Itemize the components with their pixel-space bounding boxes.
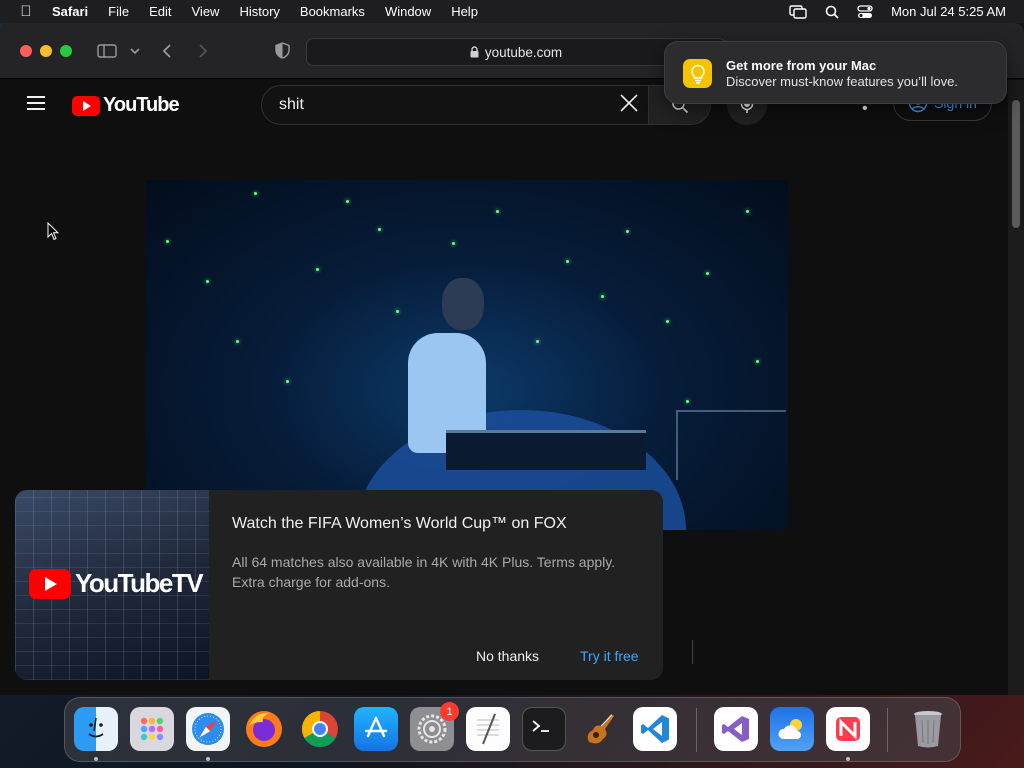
menu-edit[interactable]: Edit — [139, 4, 181, 19]
no-thanks-button[interactable]: No thanks — [476, 648, 539, 664]
menu-view[interactable]: View — [182, 4, 230, 19]
video-player[interactable] — [146, 180, 788, 530]
youtube-tv-logo-text: YouTubeTV — [75, 568, 204, 598]
forward-icon[interactable] — [198, 43, 208, 59]
menu-window[interactable]: Window — [375, 4, 441, 19]
menu-history[interactable]: History — [229, 4, 289, 19]
dock-separator — [696, 708, 697, 752]
youtube-page: YouTube shit ••• Sign in — [0, 80, 1024, 695]
control-center-icon[interactable] — [857, 4, 873, 19]
youtube-tv-logo: YouTubeTV — [29, 568, 204, 599]
promo-title: Watch the FIFA Women’s World Cup™ on FOX — [232, 515, 567, 532]
safari-window: youtube.com YouTube shit ••• Sign in — [0, 23, 1024, 695]
dock-separator — [887, 708, 888, 752]
lock-icon — [470, 46, 479, 58]
keyboard-stand — [676, 410, 786, 480]
piano — [446, 430, 646, 470]
tips-notification[interactable]: Get more from your Mac Discover must-kno… — [664, 41, 1007, 104]
news-icon[interactable] — [826, 707, 870, 751]
news-running-indicator — [846, 757, 850, 761]
lightbulb-icon — [683, 59, 712, 88]
back-icon[interactable] — [162, 43, 172, 59]
garageband-icon[interactable] — [578, 707, 622, 751]
menu-bar-clock[interactable]: Mon Jul 24 5:25 AM — [891, 4, 1006, 19]
notification-title: Get more from your Mac — [726, 58, 877, 73]
mouse-cursor-icon — [47, 222, 59, 241]
menu-file[interactable]: File — [98, 4, 139, 19]
apple-menu-icon[interactable]:  — [0, 3, 52, 20]
scrollbar[interactable] — [1008, 80, 1024, 695]
youtube-tv-play-icon — [29, 568, 71, 599]
chevron-down-icon[interactable] — [130, 48, 140, 55]
screen-mirroring-icon[interactable] — [789, 4, 807, 19]
sidebar-toggle-icon[interactable] — [97, 44, 117, 58]
search-input[interactable]: shit — [261, 85, 649, 125]
zoom-window-button[interactable] — [60, 45, 72, 57]
finder-running-indicator — [94, 757, 98, 761]
launchpad-icon[interactable] — [130, 707, 174, 751]
terminal-icon[interactable] — [522, 707, 566, 751]
youtube-tv-promo-dialog: YouTubeTV Watch the FIFA Women’s World C… — [15, 490, 663, 680]
promo-body: All 64 matches also available in 4K with… — [232, 554, 616, 590]
minimize-window-button[interactable] — [40, 45, 52, 57]
guide-menu-icon[interactable] — [27, 96, 45, 110]
youtube-play-icon — [72, 95, 100, 116]
visual-studio-code-icon[interactable] — [633, 707, 677, 751]
youtube-logo-text: YouTube — [103, 94, 180, 116]
clear-search-icon[interactable] — [619, 93, 639, 113]
spotlight-search-icon[interactable] — [825, 5, 839, 19]
menu-bookmarks[interactable]: Bookmarks — [290, 4, 375, 19]
privacy-shield-icon[interactable] — [275, 42, 290, 59]
address-bar[interactable]: youtube.com — [306, 38, 726, 66]
divider — [692, 640, 693, 664]
visual-studio-icon[interactable] — [714, 707, 758, 751]
firefox-icon[interactable] — [242, 707, 286, 751]
chrome-icon[interactable] — [298, 707, 342, 751]
weather-icon[interactable] — [770, 707, 814, 751]
textedit-icon[interactable] — [466, 707, 510, 751]
promo-thumbnail: YouTubeTV — [15, 490, 209, 680]
safari-running-indicator — [206, 757, 210, 761]
notification-body: Discover must-know features you’ll love. — [726, 74, 958, 89]
try-it-free-button[interactable]: Try it free — [580, 648, 639, 664]
system-settings-badge: 1 — [440, 702, 459, 721]
app-store-icon[interactable] — [354, 707, 398, 751]
finder-icon[interactable] — [74, 707, 118, 751]
address-bar-url: youtube.com — [484, 44, 563, 60]
dock — [64, 697, 961, 762]
close-window-button[interactable] — [20, 45, 32, 57]
menu-help[interactable]: Help — [441, 4, 488, 19]
youtube-logo[interactable]: YouTube — [72, 94, 180, 117]
performer-head — [442, 278, 484, 330]
scrollbar-thumb[interactable] — [1012, 100, 1020, 228]
menu-bar:  Safari File Edit View History Bookmark… — [0, 0, 1024, 23]
desktop:  Safari File Edit View History Bookmark… — [0, 0, 1024, 768]
safari-icon[interactable] — [186, 707, 230, 751]
menu-app-name[interactable]: Safari — [52, 4, 98, 19]
trash-icon[interactable] — [906, 707, 950, 751]
